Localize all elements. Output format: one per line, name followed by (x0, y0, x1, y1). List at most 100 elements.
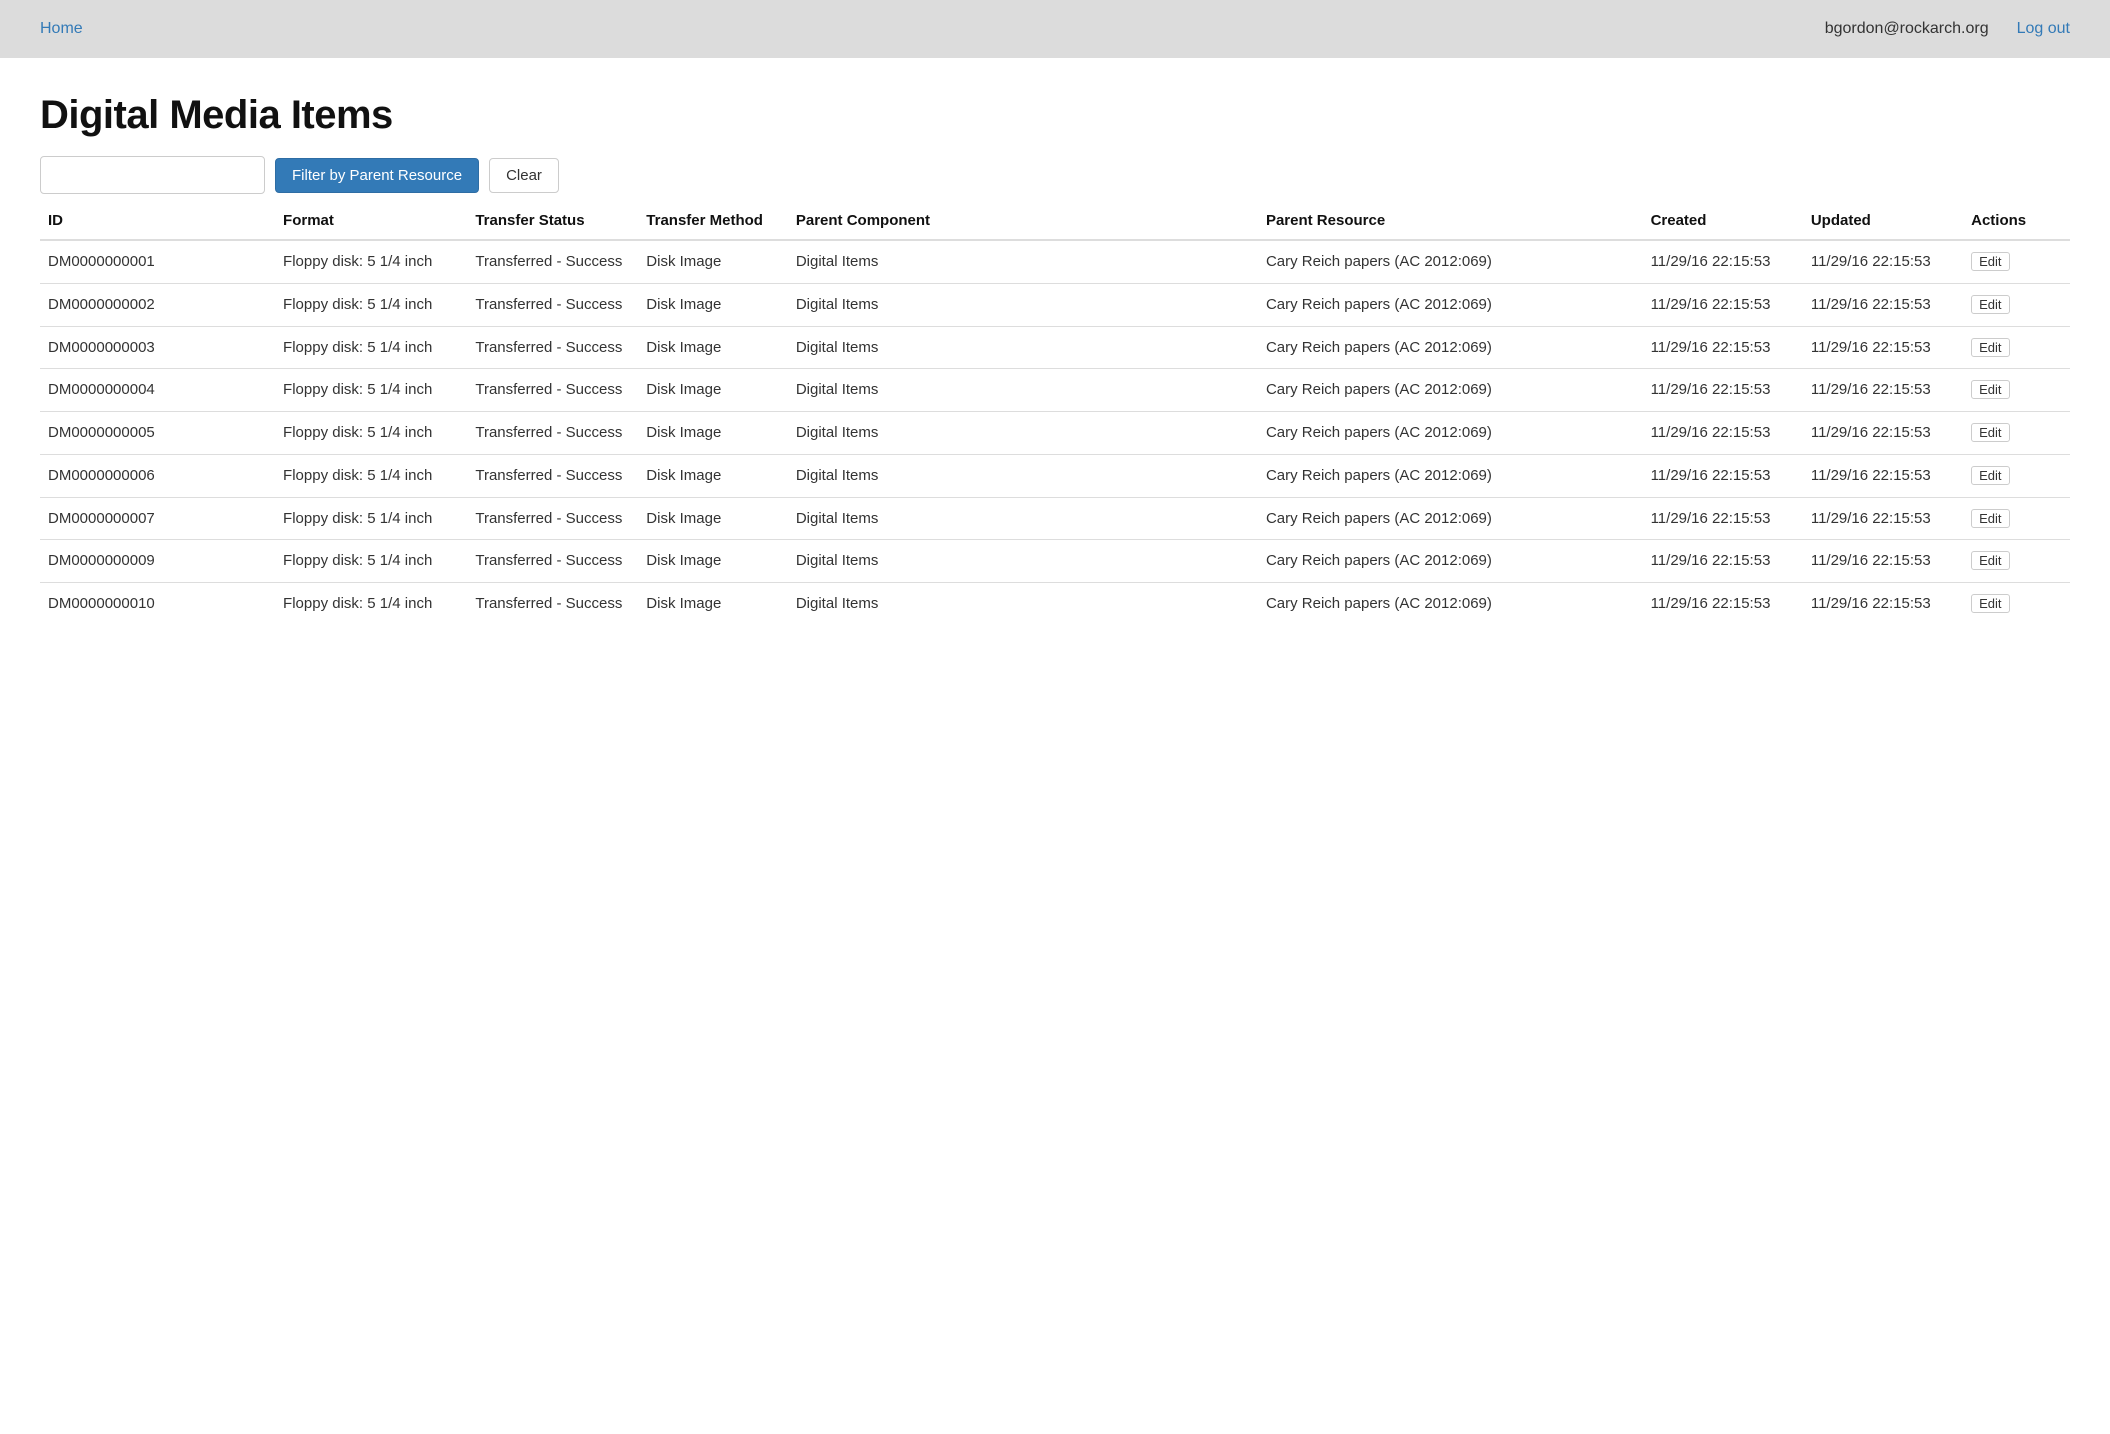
cell-parent-component: Digital Items (788, 283, 1258, 326)
cell-format: Floppy disk: 5 1/4 inch (275, 454, 467, 497)
cell-parent-component: Digital Items (788, 369, 1258, 412)
cell-transfer-status: Transferred - Success (467, 412, 638, 455)
cell-actions: Edit (1963, 540, 2070, 583)
col-header-created[interactable]: Created (1643, 202, 1803, 240)
clear-button[interactable]: Clear (489, 158, 559, 193)
navbar: Home bgordon@rockarch.org Log out (0, 0, 2110, 58)
edit-button[interactable]: Edit (1971, 551, 2009, 570)
cell-actions: Edit (1963, 283, 2070, 326)
digital-media-table: ID Format Transfer Status Transfer Metho… (40, 202, 2070, 625)
table-row: DM0000000002Floppy disk: 5 1/4 inchTrans… (40, 283, 2070, 326)
col-header-format[interactable]: Format (275, 202, 467, 240)
edit-button[interactable]: Edit (1971, 594, 2009, 613)
cell-transfer-method: Disk Image (638, 326, 788, 369)
cell-transfer-status: Transferred - Success (467, 326, 638, 369)
cell-updated: 11/29/16 22:15:53 (1803, 412, 1963, 455)
cell-parent-component: Digital Items (788, 454, 1258, 497)
cell-parent-resource: Cary Reich papers (AC 2012:069) (1258, 540, 1643, 583)
col-header-transfer-status[interactable]: Transfer Status (467, 202, 638, 240)
cell-transfer-status: Transferred - Success (467, 583, 638, 625)
cell-created: 11/29/16 22:15:53 (1643, 583, 1803, 625)
table-row: DM0000000009Floppy disk: 5 1/4 inchTrans… (40, 540, 2070, 583)
cell-parent-resource: Cary Reich papers (AC 2012:069) (1258, 412, 1643, 455)
cell-parent-resource: Cary Reich papers (AC 2012:069) (1258, 369, 1643, 412)
table-row: DM0000000003Floppy disk: 5 1/4 inchTrans… (40, 326, 2070, 369)
cell-id: DM0000000004 (40, 369, 275, 412)
cell-id: DM0000000007 (40, 497, 275, 540)
cell-actions: Edit (1963, 240, 2070, 283)
cell-actions: Edit (1963, 326, 2070, 369)
main-container: Digital Media Items Filter by Parent Res… (0, 58, 2110, 625)
cell-updated: 11/29/16 22:15:53 (1803, 369, 1963, 412)
col-header-parent-resource[interactable]: Parent Resource (1258, 202, 1643, 240)
parent-resource-filter-input[interactable] (40, 156, 265, 194)
home-link[interactable]: Home (40, 20, 83, 38)
table-row: DM0000000001Floppy disk: 5 1/4 inchTrans… (40, 240, 2070, 283)
cell-format: Floppy disk: 5 1/4 inch (275, 283, 467, 326)
cell-parent-component: Digital Items (788, 412, 1258, 455)
cell-transfer-method: Disk Image (638, 240, 788, 283)
table-header-row: ID Format Transfer Status Transfer Metho… (40, 202, 2070, 240)
table-row: DM0000000004Floppy disk: 5 1/4 inchTrans… (40, 369, 2070, 412)
cell-transfer-method: Disk Image (638, 454, 788, 497)
table-row: DM0000000010Floppy disk: 5 1/4 inchTrans… (40, 583, 2070, 625)
cell-format: Floppy disk: 5 1/4 inch (275, 326, 467, 369)
col-header-updated[interactable]: Updated (1803, 202, 1963, 240)
user-email: bgordon@rockarch.org (1825, 20, 1989, 38)
logout-link[interactable]: Log out (2017, 20, 2070, 38)
edit-button[interactable]: Edit (1971, 338, 2009, 357)
cell-updated: 11/29/16 22:15:53 (1803, 454, 1963, 497)
col-header-transfer-method[interactable]: Transfer Method (638, 202, 788, 240)
cell-actions: Edit (1963, 454, 2070, 497)
cell-transfer-status: Transferred - Success (467, 540, 638, 583)
cell-updated: 11/29/16 22:15:53 (1803, 497, 1963, 540)
cell-id: DM0000000006 (40, 454, 275, 497)
cell-format: Floppy disk: 5 1/4 inch (275, 583, 467, 625)
col-header-parent-component[interactable]: Parent Component (788, 202, 1258, 240)
cell-transfer-status: Transferred - Success (467, 369, 638, 412)
filter-button[interactable]: Filter by Parent Resource (275, 158, 479, 193)
cell-transfer-method: Disk Image (638, 283, 788, 326)
cell-created: 11/29/16 22:15:53 (1643, 454, 1803, 497)
cell-transfer-method: Disk Image (638, 369, 788, 412)
cell-transfer-method: Disk Image (638, 412, 788, 455)
cell-created: 11/29/16 22:15:53 (1643, 283, 1803, 326)
cell-transfer-method: Disk Image (638, 497, 788, 540)
cell-format: Floppy disk: 5 1/4 inch (275, 369, 467, 412)
cell-format: Floppy disk: 5 1/4 inch (275, 497, 467, 540)
edit-button[interactable]: Edit (1971, 295, 2009, 314)
cell-id: DM0000000003 (40, 326, 275, 369)
cell-transfer-status: Transferred - Success (467, 497, 638, 540)
cell-parent-resource: Cary Reich papers (AC 2012:069) (1258, 283, 1643, 326)
cell-created: 11/29/16 22:15:53 (1643, 369, 1803, 412)
cell-parent-component: Digital Items (788, 240, 1258, 283)
cell-parent-resource: Cary Reich papers (AC 2012:069) (1258, 240, 1643, 283)
edit-button[interactable]: Edit (1971, 423, 2009, 442)
cell-updated: 11/29/16 22:15:53 (1803, 540, 1963, 583)
cell-id: DM0000000001 (40, 240, 275, 283)
edit-button[interactable]: Edit (1971, 252, 2009, 271)
table-row: DM0000000005Floppy disk: 5 1/4 inchTrans… (40, 412, 2070, 455)
edit-button[interactable]: Edit (1971, 509, 2009, 528)
cell-id: DM0000000010 (40, 583, 275, 625)
cell-created: 11/29/16 22:15:53 (1643, 326, 1803, 369)
cell-id: DM0000000009 (40, 540, 275, 583)
cell-transfer-method: Disk Image (638, 583, 788, 625)
edit-button[interactable]: Edit (1971, 380, 2009, 399)
col-header-id[interactable]: ID (40, 202, 275, 240)
cell-transfer-method: Disk Image (638, 540, 788, 583)
cell-parent-resource: Cary Reich papers (AC 2012:069) (1258, 454, 1643, 497)
cell-parent-component: Digital Items (788, 326, 1258, 369)
cell-created: 11/29/16 22:15:53 (1643, 412, 1803, 455)
cell-format: Floppy disk: 5 1/4 inch (275, 240, 467, 283)
cell-transfer-status: Transferred - Success (467, 240, 638, 283)
cell-updated: 11/29/16 22:15:53 (1803, 583, 1963, 625)
cell-updated: 11/29/16 22:15:53 (1803, 283, 1963, 326)
cell-actions: Edit (1963, 583, 2070, 625)
edit-button[interactable]: Edit (1971, 466, 2009, 485)
cell-parent-resource: Cary Reich papers (AC 2012:069) (1258, 583, 1643, 625)
cell-format: Floppy disk: 5 1/4 inch (275, 540, 467, 583)
table-row: DM0000000007Floppy disk: 5 1/4 inchTrans… (40, 497, 2070, 540)
page-title: Digital Media Items (40, 93, 2070, 138)
cell-parent-component: Digital Items (788, 583, 1258, 625)
